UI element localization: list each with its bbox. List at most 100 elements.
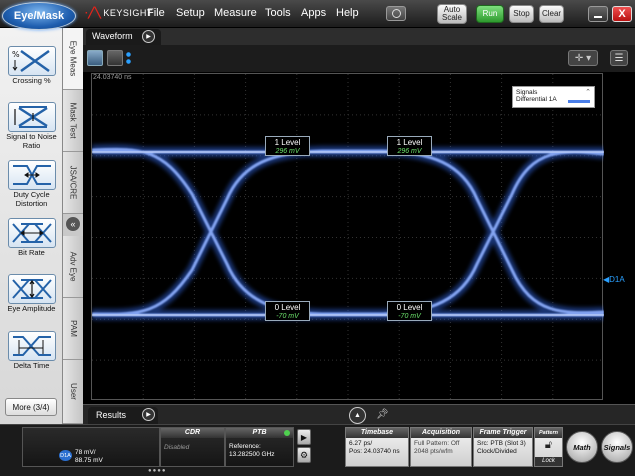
cdr-title: CDR [161,428,224,438]
page-indicator-dots-icon[interactable]: ●●●● [148,468,167,474]
tab-user[interactable]: User [63,360,83,424]
stop-button[interactable]: Stop [509,5,534,23]
split-grid-view-button[interactable] [107,50,123,66]
menu-measure[interactable]: Measure [214,7,257,19]
eye-diagram-plot [91,74,605,401]
measure-label: Crossing % [12,76,51,85]
tab-eye-meas[interactable]: Eye Meas [63,28,83,90]
waveform-menu-icon[interactable]: ☰ [610,50,628,66]
timebase-panel[interactable]: Timebase 6.27 ps/ Pos: 24.03740 ns [345,427,409,467]
snr-icon [7,102,56,132]
measure-eye-amplitude[interactable]: Eye Amplitude [0,274,63,314]
view-options-dots-icon[interactable] [126,51,131,65]
tab-label: Adv Eye [68,251,78,282]
measure-label: Signal to Noise Ratio [6,132,57,150]
expand-results-chevron-up-icon[interactable]: ▲ [349,407,366,424]
delta-time-icon [7,331,56,361]
auto-scale-button[interactable]: Auto Scale [437,4,467,24]
tab-label: PAM [68,320,78,337]
measure-bit-rate[interactable]: Bit Rate [0,218,63,258]
top-menu-bar: ∙╱╲ KEYSIGHT File Setup Measure Tools App… [0,0,635,28]
cdr-state: Disabled [164,444,190,451]
ptb-status-led [284,430,290,436]
menu-setup[interactable]: Setup [176,7,205,19]
pin-icon[interactable]: 📌︎ [376,409,389,420]
acquisition-panel[interactable]: Acquisition Full Pattern: Off 2048 pts/w… [410,427,472,467]
eye-diagram-graticule[interactable] [91,73,605,401]
screenshot-camera-icon[interactable] [386,6,406,21]
signals-legend[interactable]: Signals ⌃ Differential 1A [512,86,595,108]
single-grid-view-button[interactable] [87,50,103,66]
waveform-tab-bar: Waveform ▶ [83,28,635,45]
eye-amplitude-icon [7,274,56,304]
menu-file[interactable]: File [147,7,165,19]
tab-label: Results [96,410,127,420]
keysight-logo-icon: ∙╱╲ [85,8,102,19]
waveform-tab-play-icon[interactable]: ▶ [142,30,155,43]
menu-tools[interactable]: Tools [265,7,291,19]
zero-level-label: 0 Level -70 mV [265,301,310,321]
channel-badge: D1A [59,450,72,461]
measure-crossing-percent[interactable]: % Crossing % [0,46,63,86]
zero-level-label: 0 Level -70 mV [387,301,432,321]
level-title: 1 Level [396,138,423,147]
tab-label: User [68,383,78,400]
level-value: -70 mV [398,313,421,320]
minimize-button[interactable] [588,6,608,22]
frame-trigger-title: Frame Trigger [474,428,532,438]
level-value: 296 mV [397,148,422,155]
channel-status-panel[interactable]: D1A 78 mV/ 88.75 mV [22,427,160,467]
more-measurements-button[interactable]: More (3/4) [5,398,57,416]
run-button[interactable]: Run [476,5,504,23]
measure-duty-cycle-distortion[interactable]: Duty Cycle Distortion [0,160,63,208]
collapse-panel-chevron-icon[interactable]: « [65,216,81,232]
measure-snr[interactable]: Signal to Noise Ratio [0,102,63,150]
lock-icon: 🔓︎ [544,439,553,451]
timebase-position: Pos: 24.03740 ns [349,448,400,455]
measurement-panel: % Crossing % Signal to Noise Ratio Duty … [0,28,63,424]
level-title: 0 Level [396,303,423,312]
tab-jsa-cre[interactable]: JSA/CRE [63,152,83,214]
ptb-panel[interactable]: PTB Reference: 13.282500 GHz [225,427,294,467]
status-bar: D1A 78 mV/ 88.75 mV CDR Disabled PTB Ref… [0,424,635,476]
one-level-label: 1 Level 296 mV [265,136,310,156]
pattern-lock-panel[interactable]: Pattern 🔓︎ Lock [534,427,563,467]
measure-label: Eye Amplitude [7,304,56,313]
frame-trigger-mode: Clock/Divided [477,448,517,455]
legend-swatch [568,100,590,103]
math-button[interactable]: Math [566,431,598,463]
frame-trigger-panel[interactable]: Frame Trigger Src: PTB (Slot 3) Clock/Di… [473,427,533,467]
level-title: 0 Level [274,303,301,312]
ptb-reference-label: Reference: [229,443,261,450]
eye-mask-mode-button[interactable]: Eye/Mask [2,2,76,30]
measure-delta-time[interactable]: Delta Time [0,331,63,371]
tab-label: Eye Meas [68,40,78,77]
one-level-label: 1 Level 296 mV [387,136,432,156]
pan-zoom-move-icon[interactable]: ✛ ▾ [568,50,598,66]
tab-mask-test[interactable]: Mask Test [63,90,83,152]
clear-button[interactable]: Clear [539,5,564,23]
tab-adv-eye[interactable]: Adv Eye [63,236,83,298]
acquisition-title: Acquisition [411,428,471,438]
timebase-scale: 6.27 ps/ [349,440,373,447]
brand-name: KEYSIGHT [103,8,153,18]
channel-marker[interactable]: ◀D1A [603,275,625,284]
level-value: 296 mV [275,148,300,155]
cdr-panel[interactable]: CDR Disabled [160,427,225,467]
signals-button[interactable]: Signals [601,431,633,463]
menu-help[interactable]: Help [336,7,359,19]
timebase-position-readout: 24.03740 ns [93,74,132,81]
timebase-title: Timebase [346,428,408,438]
settings-gear-icon[interactable]: ⚙ [297,447,311,463]
measure-label: Delta Time [13,361,50,370]
legend-collapse-chevron-icon[interactable]: ⌃ [585,88,591,96]
crossing-percent-icon: % [7,46,56,76]
menu-apps[interactable]: Apps [301,7,326,19]
results-bar: Results ▶ ▲ 📌︎ [83,404,635,424]
ptb-play-icon[interactable]: ▶ [297,429,311,445]
close-button[interactable]: X [612,6,632,22]
tab-label: JSA/CRE [68,165,78,200]
channel-marker-label: D1A [609,275,625,284]
tab-pam[interactable]: PAM [63,298,83,360]
results-tab-play-icon[interactable]: ▶ [142,408,155,421]
